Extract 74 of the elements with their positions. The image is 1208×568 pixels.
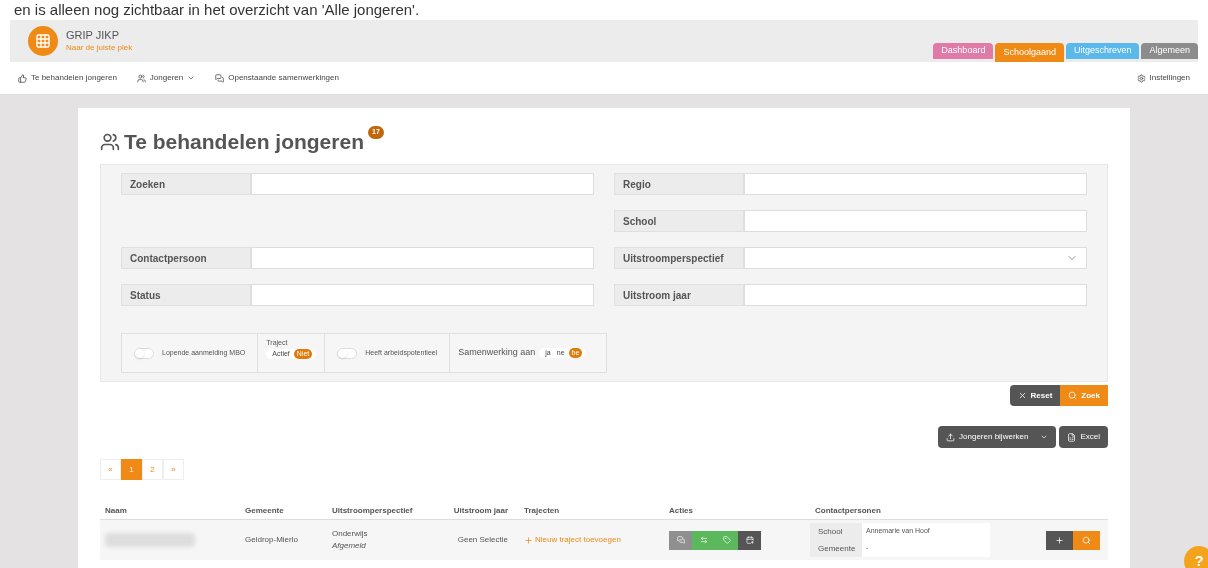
status-text: Afgemeld — [332, 540, 367, 552]
field-label: Uitstroomperspectief — [614, 247, 744, 269]
action-button[interactable] — [669, 530, 692, 550]
chat-bubbles-icon — [676, 536, 685, 544]
add-button[interactable] — [1046, 530, 1073, 550]
caret-icon — [187, 74, 196, 82]
field-label: Status — [121, 284, 251, 306]
page-link[interactable]: « — [100, 459, 121, 480]
page-link[interactable]: » — [163, 459, 184, 480]
thumbs-up-icon — [18, 73, 27, 83]
column-header: Naam — [104, 504, 128, 517]
search-icon — [1082, 535, 1091, 545]
users-icon — [100, 132, 120, 152]
help-button[interactable]: ? — [1184, 546, 1208, 568]
input-field[interactable] — [744, 284, 1087, 306]
toggle-switch[interactable] — [337, 347, 358, 359]
column-header: Acties — [668, 504, 694, 517]
toggle-switch[interactable] — [134, 347, 154, 359]
action-button[interactable] — [738, 530, 761, 550]
contact-role: Gemeente — [810, 540, 862, 557]
field-label: School — [614, 210, 744, 232]
toggle-label: Samenwerking aan — [458, 346, 536, 360]
logo-icon — [28, 26, 58, 56]
column-header: Contactpersonen — [814, 504, 882, 517]
swap-arrows-icon — [699, 536, 708, 544]
field-label: Zoeken — [121, 173, 251, 195]
nav-tab[interactable]: Dashboard — [933, 43, 994, 59]
page-title: Te behandelen jongeren — [124, 129, 364, 155]
page-link[interactable]: 2 — [142, 459, 163, 480]
search-icon — [1068, 391, 1078, 400]
tag-icon — [722, 536, 731, 544]
input-field[interactable] — [251, 284, 594, 306]
nav-link[interactable]: Jongeren — [149, 72, 196, 84]
column-header: Uitstroom jaar — [452, 504, 509, 517]
nav-tab[interactable]: Algemeen — [1141, 43, 1198, 59]
field-label: Regio — [614, 173, 744, 195]
field-label: Uitstroom jaar — [614, 284, 744, 306]
upload-icon — [946, 432, 956, 442]
settings-icon — [1136, 73, 1146, 83]
table-cell-text: Onderwijs — [332, 528, 369, 540]
nav-tab[interactable]: Schoolgaand — [995, 43, 1064, 62]
table-cell-text: Geldrop-Mierlo — [244, 534, 299, 546]
settings-link[interactable]: Instellingen — [1149, 72, 1190, 84]
input-field[interactable] — [251, 173, 594, 195]
table-cell-text: Geen Selectie — [456, 534, 509, 546]
users-icon — [136, 73, 146, 83]
caret-icon — [1040, 433, 1049, 441]
update-button[interactable]: Jongeren bijwerken — [938, 426, 1057, 448]
document-text: en is alleen nog zichtbaar in het overzicht van 'Alle jongeren'. — [13, 0, 421, 20]
input-field[interactable] — [744, 173, 1087, 195]
input-field[interactable] — [251, 247, 594, 269]
select-field[interactable] — [744, 247, 1087, 269]
chat-bubbles-icon — [215, 73, 225, 83]
plus-icon — [524, 535, 533, 545]
page-link[interactable]: 1 — [121, 459, 142, 480]
excel-button[interactable]: Excel — [1059, 426, 1108, 448]
plus-icon — [1055, 535, 1064, 545]
field-label: Contactpersoon — [121, 247, 251, 269]
contact-role: School — [810, 523, 862, 540]
reset-button[interactable]: Reset — [1009, 385, 1061, 406]
app-subtitle: Naar de juiste plek — [66, 42, 133, 53]
nav-link[interactable]: Openstaande samenwerkingen — [228, 72, 339, 84]
app-title: GRIP JIKP — [66, 29, 120, 43]
close-icon — [1017, 391, 1027, 400]
nav-link[interactable]: Te behandelen jongeren — [31, 72, 117, 84]
calendar-icon — [745, 536, 754, 544]
add-traject-link[interactable]: Nieuw traject toevoegen — [512, 534, 664, 546]
nav-tab[interactable]: Uitgeschreven — [1065, 43, 1140, 59]
column-header: Gemeente — [244, 504, 285, 517]
search-button[interactable]: Zoek — [1060, 385, 1108, 406]
input-field[interactable] — [744, 210, 1087, 232]
spreadsheet-file-icon — [1067, 432, 1077, 442]
column-header: Trajecten — [523, 504, 561, 517]
column-header: Uitstroomperspectief — [331, 504, 414, 517]
